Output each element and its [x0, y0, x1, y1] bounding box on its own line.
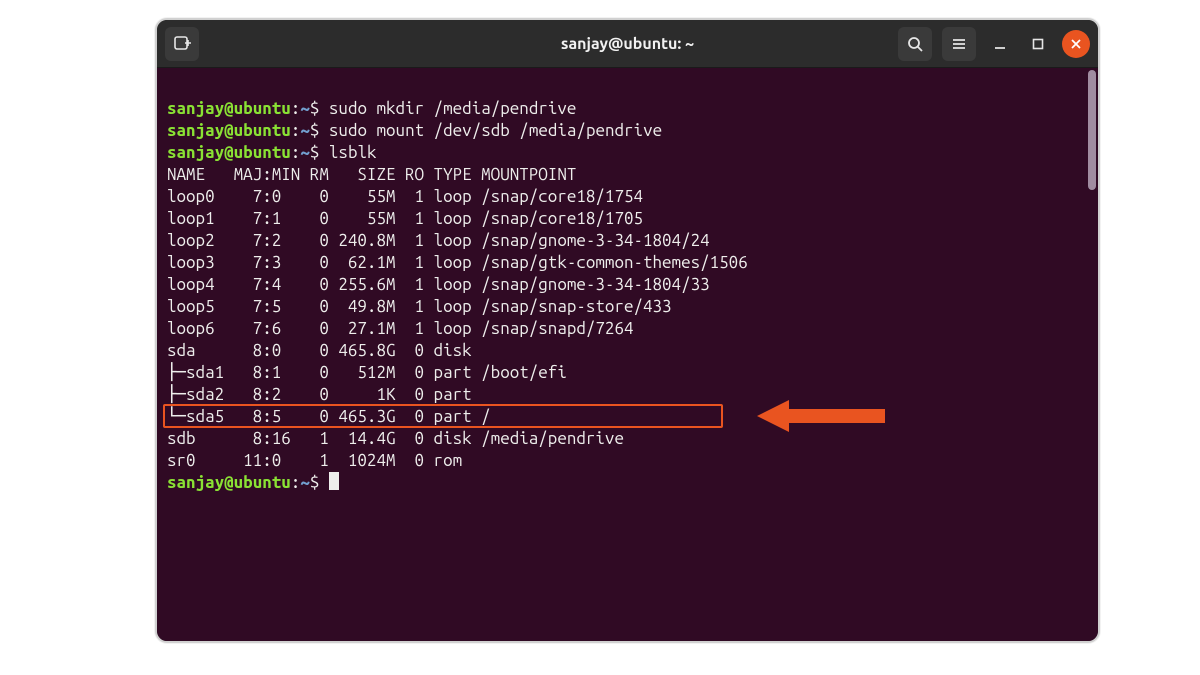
- prompt-path: ~: [300, 473, 310, 492]
- command-2: sudo mount /dev/sdb /media/pendrive: [329, 121, 662, 140]
- lsblk-row: loop5 7:5 0 49.8M 1 loop /snap/snap-stor…: [167, 297, 672, 316]
- lsblk-row: loop2 7:2 0 240.8M 1 loop /snap/gnome-3-…: [167, 231, 710, 250]
- prompt-at: @: [224, 99, 234, 118]
- minimize-icon: [993, 37, 1007, 51]
- lsblk-row: sda 8:0 0 465.8G 0 disk: [167, 341, 481, 360]
- prompt-dollar: $: [310, 473, 320, 492]
- prompt-path: ~: [300, 99, 310, 118]
- terminal-body[interactable]: sanjay@ubuntu:~$ sudo mkdir /media/pendr…: [157, 68, 1098, 641]
- prompt-user: sanjay: [167, 121, 224, 140]
- lsblk-row: └─sda5 8:5 0 465.3G 0 part /: [167, 407, 491, 426]
- lsblk-row-highlighted: sdb 8:16 1 14.4G 0 disk /media/pendrive: [167, 429, 624, 448]
- prompt-host: ubuntu: [234, 121, 291, 140]
- window-titlebar: sanjay@ubuntu: ~: [157, 20, 1098, 68]
- prompt-user: sanjay: [167, 473, 224, 492]
- terminal-output: sanjay@ubuntu:~$ sudo mkdir /media/pendr…: [157, 68, 1098, 526]
- search-button[interactable]: [898, 27, 932, 61]
- titlebar-left-group: [165, 27, 205, 61]
- new-tab-icon: [173, 35, 191, 53]
- lsblk-row: sr0 11:0 1 1024M 0 rom: [167, 451, 481, 470]
- prompt-host: ubuntu: [234, 473, 291, 492]
- prompt-user: sanjay: [167, 99, 224, 118]
- prompt-at: @: [224, 143, 234, 162]
- lsblk-row: loop1 7:1 0 55M 1 loop /snap/core18/1705: [167, 209, 643, 228]
- close-button[interactable]: [1062, 30, 1090, 58]
- prompt-sep: :: [291, 121, 301, 140]
- prompt-dollar: $: [310, 143, 320, 162]
- lsblk-row: loop6 7:6 0 27.1M 1 loop /snap/snapd/726…: [167, 319, 633, 338]
- prompt-host: ubuntu: [234, 99, 291, 118]
- prompt-path: ~: [300, 143, 310, 162]
- titlebar-right-group: [898, 27, 1090, 61]
- lsblk-row: ├─sda2 8:2 0 1K 0 part: [167, 385, 481, 404]
- prompt-path: ~: [300, 121, 310, 140]
- prompt-user: sanjay: [167, 143, 224, 162]
- lsblk-row: loop4 7:4 0 255.6M 1 loop /snap/gnome-3-…: [167, 275, 710, 294]
- maximize-button[interactable]: [1024, 30, 1052, 58]
- minimize-button[interactable]: [986, 30, 1014, 58]
- menu-button[interactable]: [942, 27, 976, 61]
- command-3: lsblk: [329, 143, 377, 162]
- hamburger-icon: [951, 36, 967, 52]
- command-1: sudo mkdir /media/pendrive: [329, 99, 577, 118]
- prompt-sep: :: [291, 143, 301, 162]
- prompt-sep: :: [291, 473, 301, 492]
- prompt-at: @: [224, 473, 234, 492]
- lsblk-row: loop0 7:0 0 55M 1 loop /snap/core18/1754: [167, 187, 643, 206]
- maximize-icon: [1031, 37, 1045, 51]
- lsblk-row: ├─sda1 8:1 0 512M 0 part /boot/efi: [167, 363, 567, 382]
- cursor: [329, 472, 339, 490]
- terminal-window: sanjay@ubuntu: ~: [155, 18, 1100, 643]
- new-tab-button[interactable]: [165, 27, 199, 61]
- scrollbar-thumb[interactable]: [1088, 70, 1096, 190]
- prompt-host: ubuntu: [234, 143, 291, 162]
- search-icon: [907, 36, 923, 52]
- lsblk-header: NAME MAJ:MIN RM SIZE RO TYPE MOUNTPOINT: [167, 165, 576, 184]
- prompt-sep: :: [291, 99, 301, 118]
- close-icon: [1070, 38, 1082, 50]
- prompt-dollar: $: [310, 99, 320, 118]
- prompt-at: @: [224, 121, 234, 140]
- prompt-dollar: $: [310, 121, 320, 140]
- lsblk-row: loop3 7:3 0 62.1M 1 loop /snap/gtk-commo…: [167, 253, 748, 272]
